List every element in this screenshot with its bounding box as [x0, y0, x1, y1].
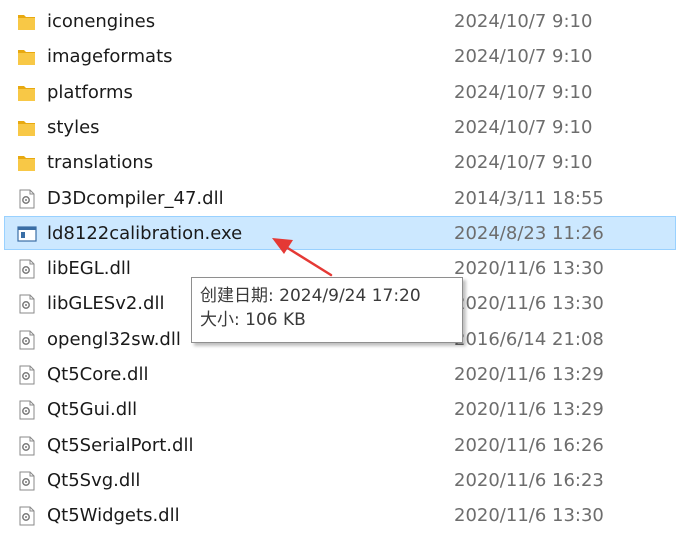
dll-file-icon [17, 506, 37, 526]
file-row[interactable]: translations 2024/10/7 9:10 [4, 145, 676, 179]
file-row[interactable]: styles 2024/10/7 9:10 [4, 110, 676, 144]
file-date-modified: 2024/10/7 9:10 [454, 81, 593, 103]
file-row[interactable]: D3Dcompiler_47.dll 2014/3/11 18:55 [4, 181, 676, 215]
file-name: Qt5Gui.dll [47, 399, 138, 421]
file-date-modified: 2020/11/6 13:29 [454, 399, 604, 421]
file-name: iconengines [47, 11, 156, 32]
file-row[interactable]: Qt5Widgets.dll 2020/11/6 13:30 [4, 498, 676, 532]
file-name: Qt5Svg.dll [47, 469, 141, 491]
file-row[interactable]: iconengines 2024/10/7 9:10 [4, 4, 676, 38]
folder-icon [17, 118, 37, 138]
folder-icon [17, 83, 37, 103]
file-date-modified: 2020/11/6 13:30 [454, 505, 604, 527]
file-date-modified: 2016/6/14 21:08 [454, 328, 604, 350]
file-tooltip: 创建日期: 2024/9/24 17:20 大小: 106 KB [191, 277, 463, 343]
dll-file-icon [17, 471, 37, 491]
file-name: translations [47, 152, 154, 174]
dll-file-icon [17, 400, 37, 420]
file-date-modified: 2020/11/6 16:26 [454, 434, 604, 456]
folder-icon [17, 47, 37, 67]
dll-file-icon [17, 294, 37, 314]
folder-icon [17, 12, 37, 32]
tooltip-created-date: 创建日期: 2024/9/24 17:20 [200, 286, 421, 306]
file-name: libEGL.dll [47, 258, 131, 280]
file-date-modified: 2024/8/23 11:26 [454, 222, 604, 244]
file-row[interactable]: Qt5Svg.dll 2020/11/6 16:23 [4, 463, 676, 497]
dll-file-icon [17, 330, 37, 350]
tooltip-file-size: 大小: 106 KB [200, 310, 306, 330]
file-row[interactable]: Qt5SerialPort.dll 2020/11/6 16:26 [4, 428, 676, 462]
folder-icon [17, 153, 37, 173]
file-date-modified: 2024/10/7 9:10 [454, 11, 593, 32]
dll-file-icon [17, 189, 37, 209]
file-date-modified: 2014/3/11 18:55 [454, 187, 604, 209]
file-name: ld8122calibration.exe [47, 222, 243, 244]
file-row[interactable]: Qt5Core.dll 2020/11/6 13:29 [4, 357, 676, 391]
file-row[interactable]: imageformats 2024/10/7 9:10 [4, 39, 676, 73]
file-name: Qt5SerialPort.dll [47, 434, 194, 456]
file-date-modified: 2024/10/7 9:10 [454, 46, 593, 68]
file-row[interactable]: ld8122calibration.exe 2024/8/23 11:26 [4, 215, 676, 250]
file-name: D3Dcompiler_47.dll [47, 187, 224, 209]
file-date-modified: 2020/11/6 16:23 [454, 469, 604, 491]
file-name: opengl32sw.dll [47, 328, 181, 350]
file-row[interactable]: Qt5Gui.dll 2020/11/6 13:29 [4, 392, 676, 426]
file-date-modified: 2020/11/6 13:30 [454, 258, 604, 280]
file-name: libGLESv2.dll [47, 293, 165, 315]
exe-file-icon [17, 224, 37, 244]
file-date-modified: 2020/11/6 13:29 [454, 364, 604, 385]
file-date-modified: 2024/10/7 9:10 [454, 116, 593, 138]
dll-file-icon [17, 259, 37, 279]
file-date-modified: 2020/11/6 13:30 [454, 293, 604, 315]
file-date-modified: 2024/10/7 9:10 [454, 152, 593, 174]
file-name: platforms [47, 81, 133, 103]
dll-file-icon [17, 436, 37, 456]
file-row[interactable]: platforms 2024/10/7 9:10 [4, 75, 676, 109]
file-name: Qt5Widgets.dll [47, 505, 180, 527]
file-name: imageformats [47, 46, 173, 68]
dll-file-icon [17, 365, 37, 385]
file-name: styles [47, 116, 100, 138]
file-name: Qt5Core.dll [47, 364, 149, 385]
